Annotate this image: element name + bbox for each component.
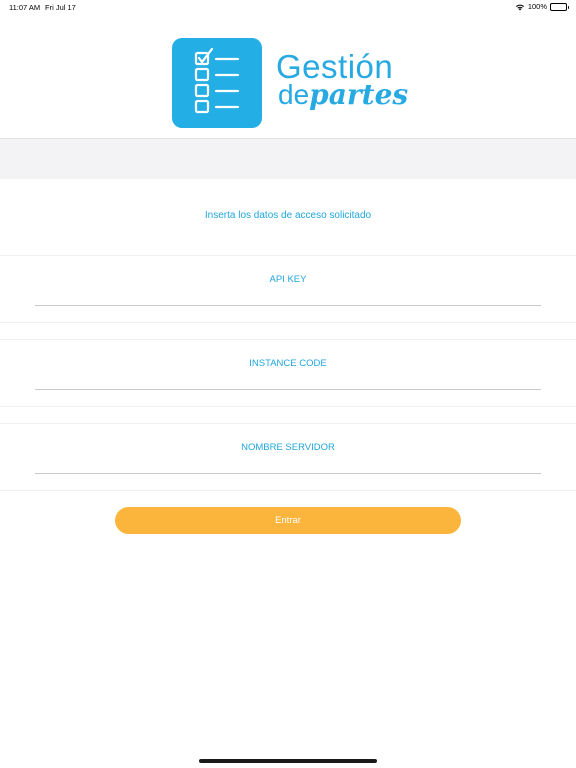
home-indicator[interactable]	[199, 759, 377, 763]
status-date: Fri Jul 17	[45, 3, 76, 12]
status-bar: 11:07 AM Fri Jul 17 100%	[0, 0, 576, 14]
wifi-icon	[515, 3, 525, 11]
server-name-field: NOMBRE SERVIDOR	[0, 423, 576, 491]
app-logo: Gestión departes	[172, 38, 408, 128]
server-name-input[interactable]	[35, 454, 541, 474]
logo-subtitle-prefix: de	[278, 79, 310, 110]
logo-subtitle-emphasis: partes	[309, 78, 409, 111]
battery-percent: 100%	[527, 2, 547, 11]
instance-code-label: INSTANCE CODE	[249, 358, 327, 369]
header-divider-band	[0, 138, 576, 179]
status-time: 11:07 AM	[9, 3, 41, 12]
checklist-icon	[172, 38, 262, 128]
instructions-text: Inserta los datos de acceso solicitado	[204, 210, 372, 221]
battery-icon	[550, 2, 569, 11]
instance-code-field: INSTANCE CODE	[0, 339, 576, 407]
instance-code-input[interactable]	[35, 370, 541, 390]
app-header: Gestión departes	[0, 14, 576, 138]
api-key-label: API KEY	[269, 274, 307, 285]
logo-subtitle: departes	[278, 78, 408, 111]
server-name-label: NOMBRE SERVIDOR	[241, 442, 335, 453]
api-key-field: API KEY	[0, 255, 576, 323]
status-indicators: 100%	[515, 2, 569, 11]
enter-button[interactable]: Entrar	[115, 507, 461, 534]
api-key-input[interactable]	[35, 286, 541, 306]
